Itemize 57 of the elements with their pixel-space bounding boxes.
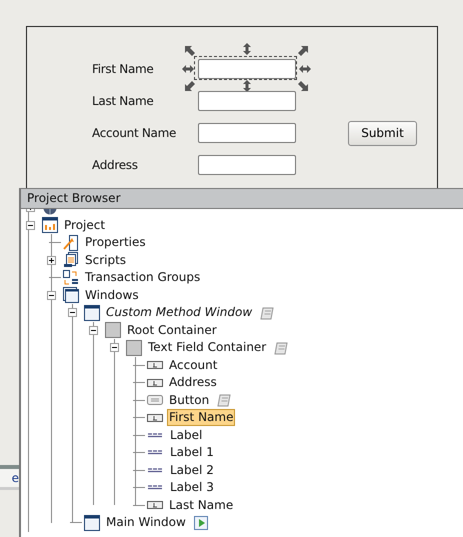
stacked-documents-icon [63, 252, 79, 268]
arrow-document-icon [63, 234, 79, 251]
resize-vertical-icon[interactable] [242, 43, 252, 55]
text-input[interactable] [198, 155, 296, 175]
tree-item[interactable]: Root Container [125, 322, 219, 339]
tree-item[interactable]: Label [168, 426, 204, 444]
tree-item[interactable]: Custom Method Window [104, 304, 254, 322]
panel-tab[interactable]: e [0, 469, 19, 490]
tree-item[interactable]: Address [167, 374, 219, 392]
label-icon [147, 485, 163, 490]
tree-item[interactable]: Label 2 [168, 462, 216, 479]
transfer-database-icon [63, 270, 79, 286]
field-label: Last Name [92, 94, 155, 108]
tree-item[interactable]: Account [167, 356, 220, 374]
text-input[interactable] [198, 91, 296, 111]
tree-item[interactable]: Project [62, 216, 108, 234]
collapse-toggle[interactable] [47, 290, 56, 300]
window-icon [84, 304, 100, 321]
selection-frame[interactable] [194, 56, 297, 80]
tree-item[interactable]: Label 1 [168, 444, 216, 462]
text-input[interactable] [198, 59, 296, 79]
tree-item[interactable]: Last Name [167, 496, 236, 514]
field-label: Account Name [92, 126, 178, 140]
field-label: First Name [92, 62, 154, 76]
square-icon [105, 322, 121, 338]
resize-diagonal-icon[interactable] [185, 46, 195, 56]
submit-button[interactable]: Submit [348, 120, 417, 146]
tree-item[interactable]: Windows [83, 286, 141, 304]
collapse-toggle[interactable] [26, 220, 35, 230]
tree-item[interactable]: First Name [167, 409, 236, 426]
expand-toggle[interactable] [47, 256, 56, 265]
tree-item[interactable]: Transaction Groups [83, 269, 202, 286]
tree-item[interactable]: Text Field Container [146, 339, 268, 356]
square-icon [126, 340, 142, 356]
label-icon [147, 432, 163, 438]
tree-item[interactable]: Button [167, 392, 212, 409]
tree-item[interactable]: Scripts [83, 252, 128, 269]
resize-diagonal-icon[interactable] [185, 81, 195, 91]
field-label: Address [92, 158, 139, 172]
resize-vertical-icon[interactable] [242, 80, 252, 92]
resize-diagonal-icon[interactable] [298, 46, 308, 56]
resize-horizontal-icon[interactable] [299, 64, 311, 74]
tree-item[interactable]: Label 3 [168, 479, 216, 496]
collapse-toggle[interactable] [68, 308, 77, 318]
collapse-toggle[interactable] [89, 326, 98, 335]
tree-item[interactable]: Properties [83, 234, 148, 252]
text-input[interactable] [198, 123, 296, 143]
tree-item[interactable]: Main Window [104, 514, 188, 532]
collapse-toggle[interactable] [110, 343, 119, 352]
label-icon [147, 468, 163, 473]
bar-chart-window-icon [42, 217, 58, 234]
label-icon [147, 450, 163, 456]
window-icon [84, 514, 100, 531]
resize-horizontal-icon[interactable] [182, 64, 194, 74]
panel-title: Project Browser [21, 189, 463, 209]
windows-stack-icon [63, 287, 79, 304]
resize-diagonal-icon[interactable] [298, 81, 308, 91]
